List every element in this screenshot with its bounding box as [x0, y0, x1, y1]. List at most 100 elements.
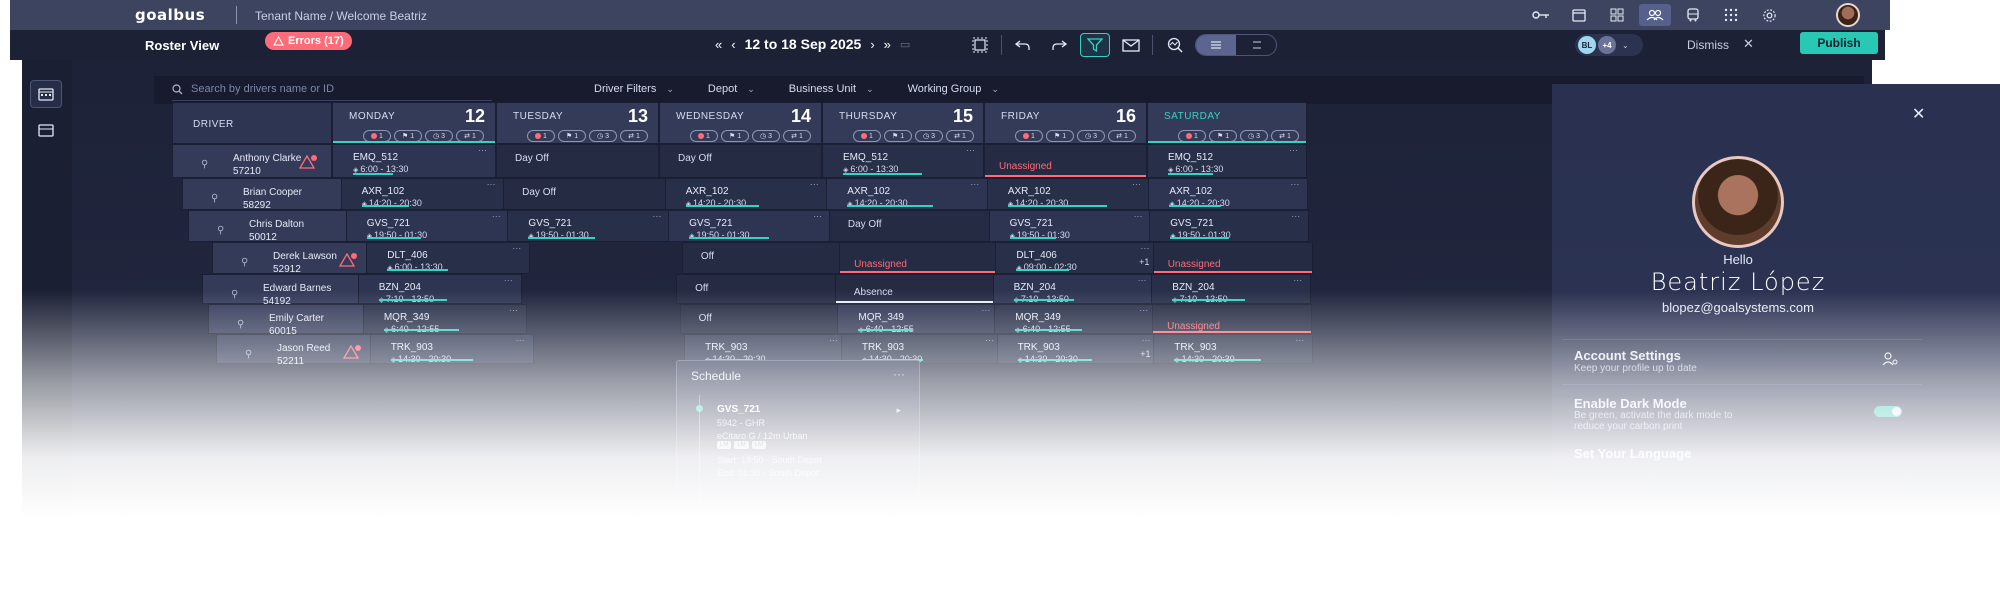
redo-icon[interactable]: [1044, 33, 1074, 57]
filter-dropdown[interactable]: Business Unit ⌄: [789, 83, 874, 95]
driver-cell[interactable]: ⚲ Brian Cooper 58292: [182, 178, 342, 211]
publish-button[interactable]: Publish: [1800, 32, 1878, 54]
undo-icon[interactable]: [1008, 33, 1038, 57]
next-week-icon[interactable]: ›: [870, 37, 874, 52]
goalbus-logo[interactable]: goalbus: [135, 6, 205, 24]
more-options-icon[interactable]: ···: [1291, 211, 1300, 221]
dark-mode-toggle[interactable]: [1874, 406, 1902, 417]
day-badge[interactable]: ⚑ 1: [558, 130, 586, 142]
day-badge[interactable]: ◷ 3: [589, 130, 617, 142]
more-options-icon[interactable]: ···: [504, 275, 513, 285]
view-toggle[interactable]: [1195, 34, 1277, 56]
shift-cell[interactable]: DLT_406◈ 09:00 - 02:30···+1: [995, 242, 1159, 274]
pin-icon[interactable]: ⚲: [231, 289, 238, 300]
shift-cell[interactable]: Unassigned: [839, 242, 1002, 274]
filter-dropdown[interactable]: Depot ⌄: [708, 83, 755, 95]
day-badge[interactable]: 1: [690, 130, 718, 142]
day-badge[interactable]: ◷ 3: [915, 130, 943, 142]
shift-cell[interactable]: Off: [679, 304, 843, 334]
shift-cell[interactable]: MQR_349◈ 6:40 - 12:55···: [994, 304, 1158, 334]
gear-icon[interactable]: [1753, 4, 1785, 26]
shift-cell[interactable]: EMQ_512 ◈ 6:00 - 13:30 ···: [1147, 144, 1307, 178]
driver-cell[interactable]: ⚲ Edward Barnes 54192: [202, 274, 362, 307]
more-options-icon[interactable]: ···: [1289, 145, 1298, 155]
shift-cell[interactable]: Day Off: [496, 144, 659, 178]
driver-cell[interactable]: ⚲ Derek Lawson 52912: [212, 242, 372, 275]
shift-cell[interactable]: TRK_903◈ 14:30 - 20:30···+1: [996, 334, 1160, 364]
shift-cell[interactable]: TRK_903◈ 14:30 - 20:30···: [1153, 334, 1314, 364]
shift-cell[interactable]: MQR_349◈ 6:40 - 12:55···: [362, 304, 527, 334]
apps-icon[interactable]: [1715, 4, 1747, 26]
day-badge[interactable]: 1: [1015, 130, 1043, 142]
shift-cell[interactable]: AXR_102◈ 14:20 - 20:30···: [340, 178, 505, 210]
shift-cell[interactable]: GVS_721◈ 19:50 - 01:30···: [507, 210, 671, 242]
day-badge[interactable]: ⚑ 1: [721, 130, 749, 142]
schedule-calendar-icon[interactable]: [30, 116, 62, 144]
more-options-icon[interactable]: ···: [487, 179, 496, 189]
shift-cell[interactable]: Absence: [834, 274, 997, 304]
more-options-icon[interactable]: ···: [652, 211, 661, 221]
close-panel-icon[interactable]: ✕: [1912, 104, 1925, 124]
search-input[interactable]: Search by drivers name or ID: [191, 83, 334, 95]
more-options-icon[interactable]: ···: [1290, 179, 1299, 189]
close-icon[interactable]: ✕: [1743, 36, 1754, 52]
active-users-chip[interactable]: BL +4 ⌄: [1575, 34, 1643, 56]
day-badge[interactable]: ⚑ 1: [1046, 130, 1074, 142]
shift-cell[interactable]: AXR_102◈ 14:20 - 20:30···: [826, 178, 989, 210]
shift-cell[interactable]: AXR_102◈ 14:20 - 20:30···: [664, 178, 828, 210]
shift-cell[interactable]: Day Off: [828, 210, 991, 242]
more-options-icon[interactable]: ···: [1138, 275, 1147, 285]
schedule-popup[interactable]: Schedule ··· GVS_721 ▸ 5942 - GHR eCitar…: [676, 360, 920, 510]
pin-icon[interactable]: ⚲: [245, 349, 252, 360]
grid-view-icon[interactable]: [1601, 4, 1633, 26]
first-week-icon[interactable]: «: [715, 37, 722, 52]
warning-icon[interactable]: [298, 154, 317, 174]
roster-calendar-icon[interactable]: [30, 80, 62, 108]
shift-cell[interactable]: GVS_721◈ 19:50 - 01:30···: [988, 210, 1152, 242]
mail-icon[interactable]: [1116, 33, 1146, 57]
more-options-icon[interactable]: ···: [1142, 335, 1151, 345]
shift-cell[interactable]: Unassigned: [1152, 304, 1313, 334]
day-badge[interactable]: ⚑ 1: [884, 130, 912, 142]
shift-cell[interactable]: Off: [681, 242, 845, 274]
analytics-search-icon[interactable]: [1159, 33, 1189, 57]
shift-cell[interactable]: BZN_204◈ 7:10 - 13:50···: [357, 274, 522, 304]
day-header[interactable]: THURSDAY 15 1 ⚑ 1 ◷ 3 ⇄ 1: [822, 102, 984, 144]
shift-cell[interactable]: EMQ_512 ◈ 6:00 - 13:30 ···: [822, 144, 984, 178]
list-view-icon[interactable]: [1196, 35, 1236, 55]
dismiss-button[interactable]: Dismiss: [1687, 38, 1729, 52]
search-field[interactable]: Search by drivers name or ID: [172, 83, 334, 95]
prev-week-icon[interactable]: ‹: [731, 37, 735, 52]
errors-button[interactable]: Errors (17): [265, 32, 352, 50]
shift-cell[interactable]: Day Off: [659, 144, 822, 178]
driver-cell[interactable]: ⚲ Jason Reed 52211: [216, 334, 376, 367]
pin-icon[interactable]: ⚲: [237, 319, 244, 330]
filter-dropdown[interactable]: Driver Filters ⌄: [594, 83, 674, 95]
day-badge[interactable]: ◷ 3: [1077, 130, 1105, 142]
shift-cell[interactable]: BZN_204◈ 7:10 - 13:50···: [992, 274, 1156, 304]
day-badge[interactable]: ◷ 3: [752, 130, 780, 142]
more-options-icon[interactable]: ···: [1293, 275, 1302, 285]
more-options-icon[interactable]: ···: [478, 145, 487, 155]
day-badge[interactable]: ⇄ 1: [783, 130, 811, 142]
select-area-icon[interactable]: [965, 33, 995, 57]
warning-icon[interactable]: [338, 252, 357, 272]
more-options-icon[interactable]: ···: [516, 335, 525, 345]
more-options-icon[interactable]: ···: [893, 367, 905, 381]
more-options-icon[interactable]: ···: [1134, 211, 1143, 221]
language-setting-link[interactable]: Set Your Language: [1574, 446, 1691, 461]
shift-cell[interactable]: GVS_721◈ 19:50 - 01:30···: [345, 210, 510, 242]
shift-cell[interactable]: Day Off: [503, 178, 667, 210]
more-options-icon[interactable]: ···: [829, 335, 838, 345]
shift-cell[interactable]: BZN_204◈ 7:10 - 13:50···: [1151, 274, 1312, 304]
shift-cell[interactable]: Unassigned: [1152, 242, 1313, 274]
more-options-icon[interactable]: ···: [1132, 179, 1141, 189]
more-options-icon[interactable]: ···: [981, 305, 990, 315]
shift-cell[interactable]: EMQ_512 ◈ 6:00 - 13:30 ···: [332, 144, 496, 178]
warning-icon[interactable]: [342, 344, 361, 364]
compact-view-icon[interactable]: [1236, 35, 1276, 55]
pin-icon[interactable]: ⚲: [217, 225, 224, 236]
shift-cell[interactable]: MQR_349◈ 6:40 - 12:55···: [837, 304, 1000, 334]
day-header[interactable]: SATURDAY 1 ⚑ 1 ◷ 3 ⇄ 1: [1147, 102, 1307, 144]
key-icon[interactable]: [1525, 4, 1557, 26]
